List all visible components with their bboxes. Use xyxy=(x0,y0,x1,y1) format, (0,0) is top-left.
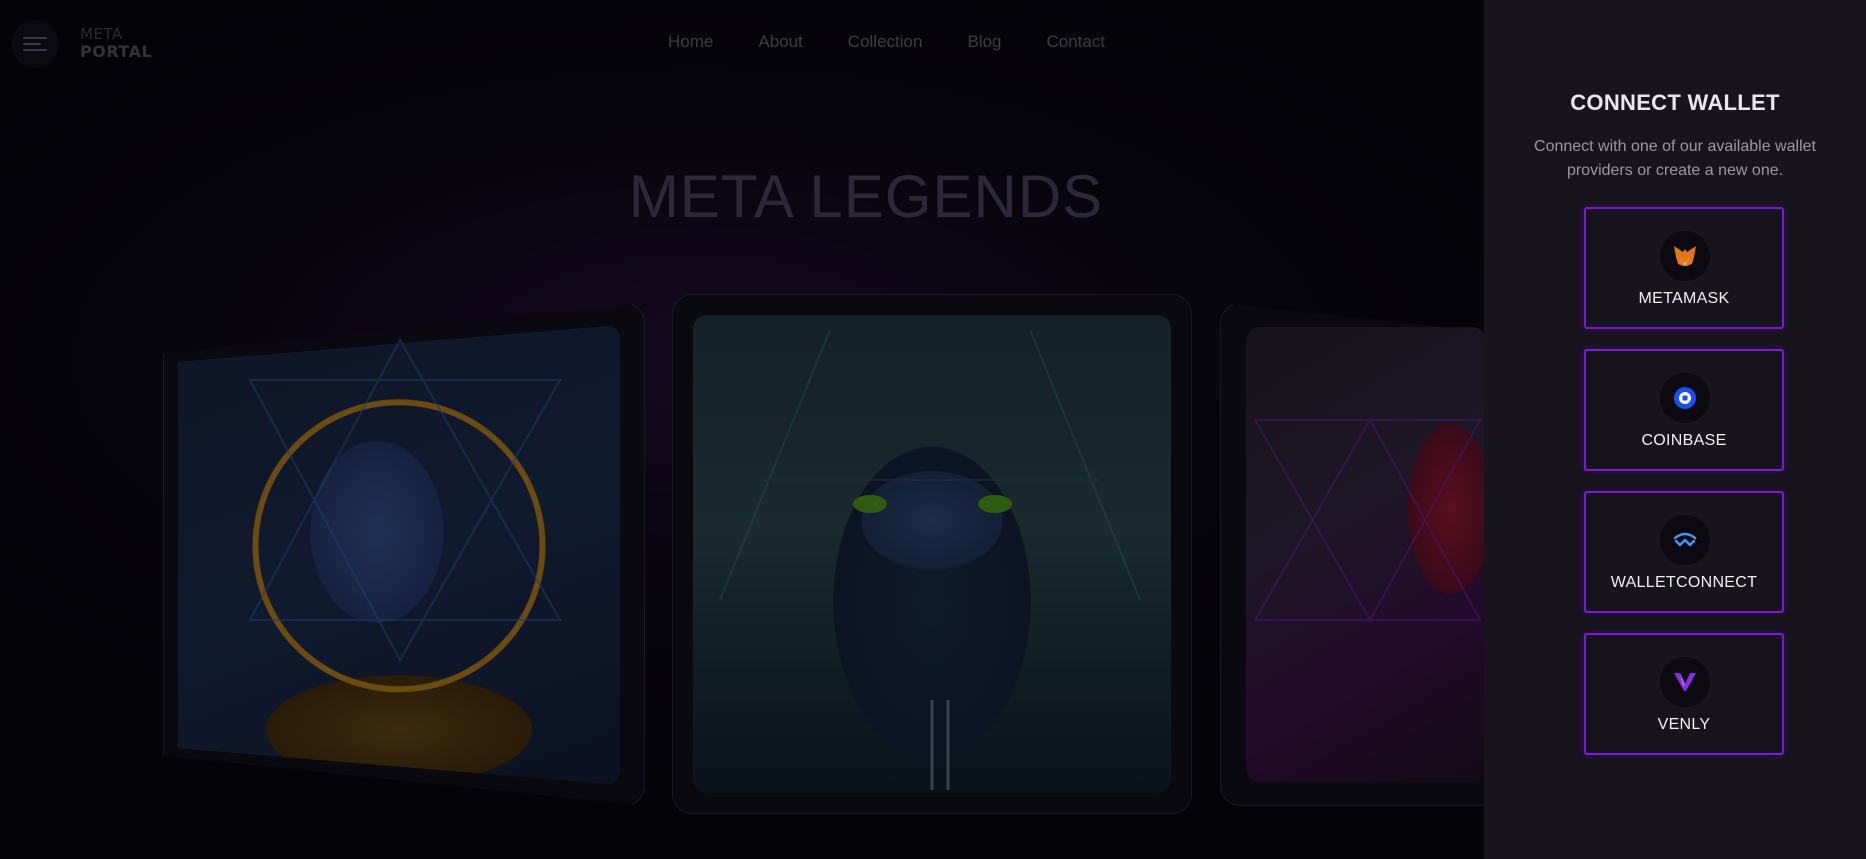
nft-image-left xyxy=(178,325,620,785)
nav-blog[interactable]: Blog xyxy=(967,32,1001,52)
metamask-fox-icon xyxy=(1660,231,1710,281)
panel-title: CONNECT WALLET xyxy=(1570,90,1780,115)
nft-eye-right xyxy=(978,495,1012,513)
walletconnect-button[interactable]: WALLETCONNECT xyxy=(1584,491,1784,613)
logo-line-1: META xyxy=(80,25,123,43)
metamask-label: METAMASK xyxy=(1638,290,1730,307)
nft-image-right xyxy=(1246,327,1486,782)
venly-label: VENLY xyxy=(1657,716,1711,733)
page: META PORTAL Home About Collection Blog C… xyxy=(0,0,1866,859)
menu-button[interactable] xyxy=(11,20,59,68)
nav-contact[interactable]: Contact xyxy=(1046,32,1105,52)
connect-wallet-panel: CONNECT WALLET Connect with one of our a… xyxy=(1484,0,1866,859)
coinbase-icon xyxy=(1660,373,1710,423)
nft-image-center xyxy=(693,315,1171,793)
coinbase-button[interactable]: COINBASE xyxy=(1584,349,1784,471)
nav-about[interactable]: About xyxy=(758,32,802,52)
coinbase-label: COINBASE xyxy=(1641,432,1727,449)
main-nav: Home About Collection Blog Contact xyxy=(668,32,1105,52)
walletconnect-icon xyxy=(1660,515,1710,565)
nav-collection[interactable]: Collection xyxy=(848,32,923,52)
venly-icon xyxy=(1660,657,1710,707)
logo-line-2: PORTAL xyxy=(80,42,153,61)
nft-eye-left xyxy=(853,495,887,513)
logo[interactable]: META PORTAL xyxy=(80,25,153,61)
nav-home[interactable]: Home xyxy=(668,32,713,52)
metamask-button[interactable]: METAMASK xyxy=(1584,207,1784,329)
hero-title: META LEGENDS xyxy=(628,163,1104,230)
hamburger-icon xyxy=(23,37,47,51)
walletconnect-label: WALLETCONNECT xyxy=(1610,574,1758,591)
panel-description: Connect with one of our available wallet… xyxy=(1534,138,1816,179)
venly-button[interactable]: VENLY xyxy=(1584,633,1784,755)
